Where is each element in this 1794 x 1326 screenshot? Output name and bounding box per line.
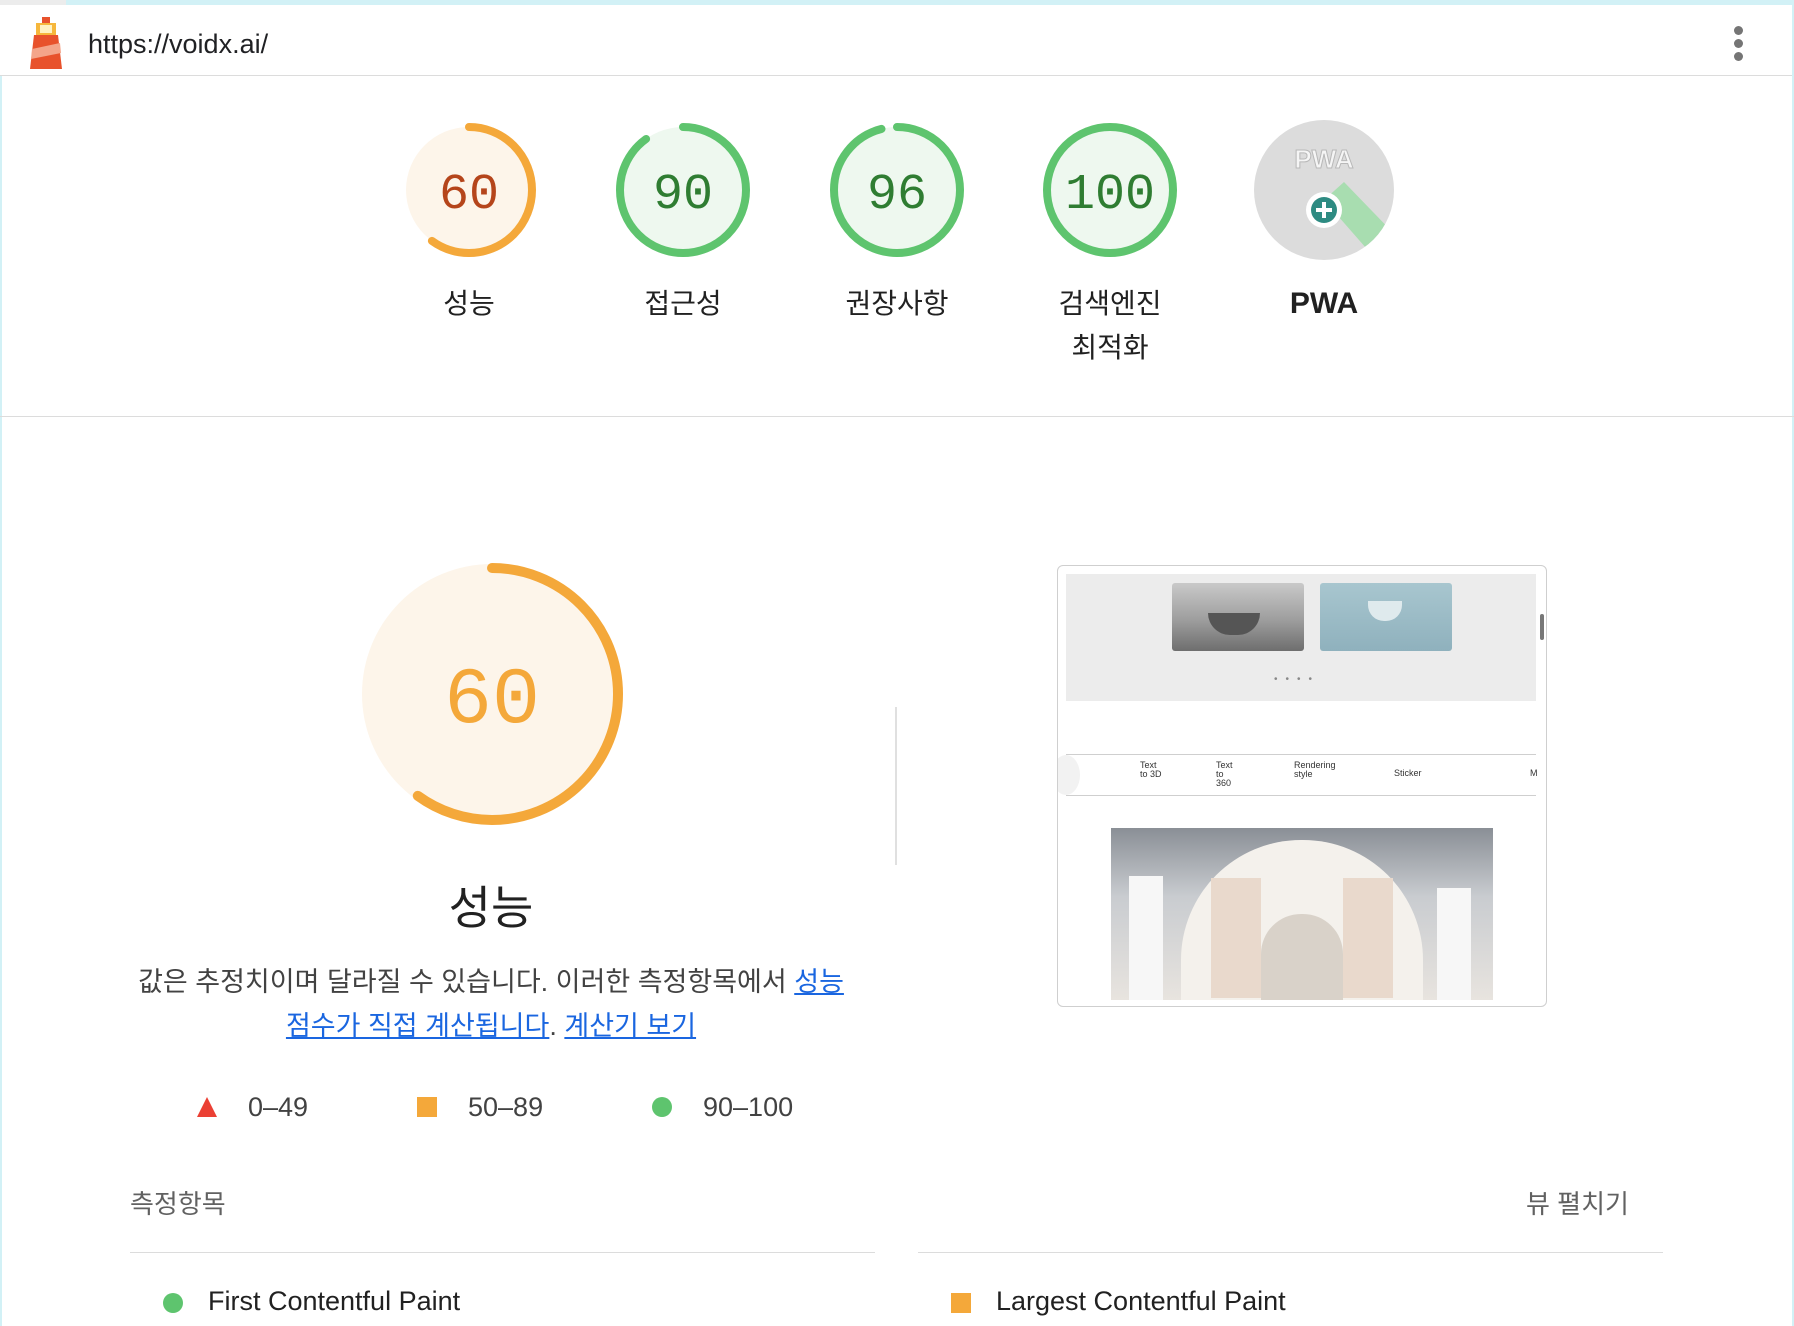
pwa-badge: PWA [1254, 120, 1394, 260]
thumbnail-tabs: Text to 3D Text to 360 Rendering style S… [1058, 754, 1538, 796]
thumbnail-tab: Text to 3D [1140, 760, 1162, 779]
thumbnail-tab: M [1530, 768, 1538, 778]
gauge-pwa-label: PWA [1289, 287, 1359, 320]
circle-icon [652, 1097, 672, 1117]
more-vertical-icon[interactable] [1726, 23, 1750, 67]
metric-fcp: First Contentful Paint [162, 1286, 460, 1317]
gauge-performance-value: 60 [439, 167, 499, 224]
thumbnail-image-bowl [1172, 583, 1304, 651]
thumbnail-image-store [1111, 828, 1493, 1000]
gauge-performance-label: 성능 [443, 288, 495, 319]
gauge-best-practices-ring: 96 [830, 123, 964, 257]
gauge-accessibility-label: 접근성 [644, 288, 722, 319]
performance-gauge-large: 60 [352, 554, 632, 834]
gauge-seo-value: 100 [1065, 167, 1155, 224]
section-divider [895, 707, 897, 865]
metric-lcp: Largest Contentful Paint [950, 1286, 1286, 1317]
gauge-performance-ring: 60 [402, 123, 536, 257]
gauge-performance[interactable]: 60 성능 [379, 118, 559, 326]
metric-fcp-name: First Contentful Paint [208, 1286, 461, 1316]
performance-description-sep: . [549, 1011, 565, 1041]
legend-pass-range: 90–100 [703, 1092, 794, 1122]
report-header: https://voidx.ai/ [0, 0, 1794, 76]
gauge-seo-label-line2: 최적화 [1071, 332, 1149, 363]
calculator-link[interactable]: 계산기 보기 [564, 1011, 696, 1041]
gauge-pwa[interactable]: PWA PWA [1234, 118, 1414, 326]
metrics-divider-left [130, 1252, 875, 1253]
carousel-dots: •••• [1274, 674, 1321, 685]
metric-lcp-name: Largest Contentful Paint [996, 1286, 1286, 1316]
final-screenshot-thumbnail[interactable]: •••• Text to 3D Text to 360 Rendering st… [1057, 565, 1547, 1007]
gauge-best-practices-value: 96 [867, 167, 927, 224]
gauge-seo-ring: 100 [1043, 123, 1177, 257]
thumbnail-image-cup [1320, 583, 1452, 651]
tab-indicator [0, 0, 66, 5]
page-url[interactable]: https://voidx.ai/ [88, 29, 268, 60]
thumbnail-tab: Rendering style [1294, 760, 1336, 779]
gauge-seo[interactable]: 100 검색엔진 최적화 [1020, 118, 1200, 370]
thumbnail-tab: Sticker [1394, 768, 1422, 778]
square-icon [417, 1097, 437, 1117]
performance-description: 값은 추정치이며 달라질 수 있습니다. 이러한 측정항목에서 성능 점수가 직… [128, 960, 854, 1048]
gauge-accessibility[interactable]: 90 접근성 [593, 118, 773, 326]
square-icon [951, 1292, 971, 1313]
lighthouse-icon [30, 17, 62, 69]
circle-icon [163, 1292, 183, 1313]
triangle-icon [197, 1097, 217, 1117]
score-summary: 60 성능 90 접근성 96 권장사항 100 검색엔진 최적화 PWA PW… [0, 76, 1794, 417]
gauge-accessibility-value: 90 [653, 167, 713, 224]
performance-title: 성능 [448, 882, 534, 934]
metrics-divider-right [918, 1252, 1663, 1253]
performance-gauge-large-value: 60 [444, 656, 540, 747]
gauge-best-practices-label: 권장사항 [845, 288, 949, 319]
gauge-best-practices[interactable]: 96 권장사항 [807, 118, 987, 326]
thumbnail-tab: Text to 360 [1216, 760, 1233, 788]
thumbnail-carousel: •••• [1066, 574, 1544, 701]
legend-average-range: 50–89 [468, 1092, 544, 1122]
gauge-accessibility-ring: 90 [616, 123, 750, 257]
metrics-heading: 측정항목 [130, 1189, 226, 1219]
thumbnail-scrollbar [1540, 614, 1544, 640]
performance-description-text: 값은 추정치이며 달라질 수 있습니다. 이러한 측정항목에서 [138, 967, 795, 997]
pwa-badge-text: PWA [1294, 144, 1353, 174]
legend-fail-range: 0–49 [248, 1092, 309, 1122]
pwa-plus-icon [1306, 192, 1342, 228]
performance-gauge-large-ring: 60 [361, 563, 623, 825]
gauge-seo-label: 검색엔진 최적화 [1020, 282, 1200, 370]
gauge-seo-label-line1: 검색엔진 [1058, 288, 1162, 319]
expand-view-button[interactable]: 뷰 펼치기 [1526, 1184, 1629, 1221]
